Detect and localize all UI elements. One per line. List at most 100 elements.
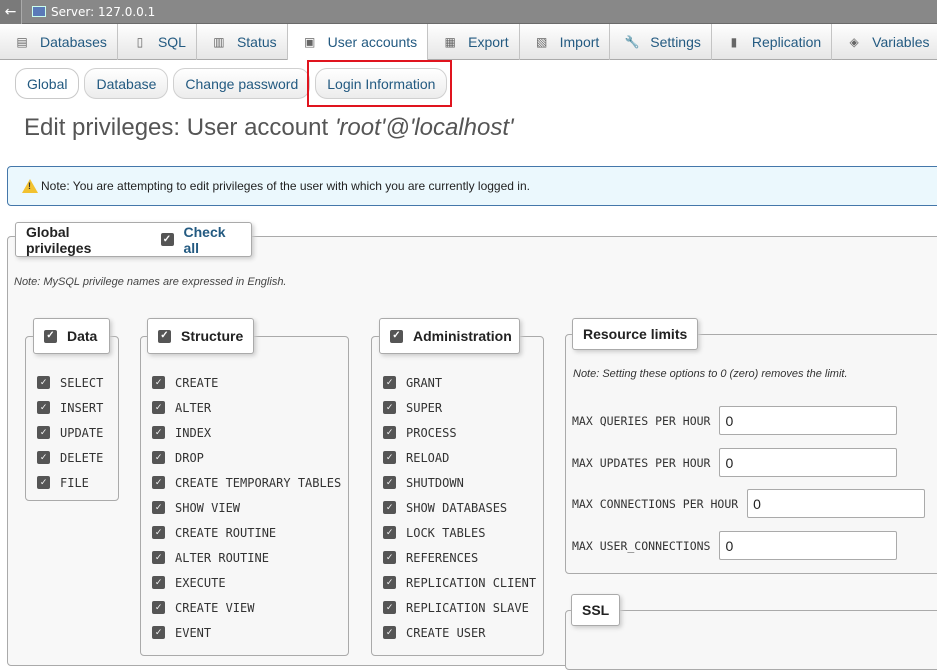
checkbox[interactable]: ✓ xyxy=(383,376,396,389)
administration-legend[interactable]: ✓ Administration xyxy=(379,318,520,354)
privilege-insert[interactable]: ✓ INSERT xyxy=(37,395,103,420)
checkbox[interactable]: ✓ xyxy=(37,451,50,464)
privilege-create-user[interactable]: ✓ CREATE USER xyxy=(383,620,536,645)
tab-user-accounts[interactable]: ▣ User accounts xyxy=(287,24,429,60)
checkbox[interactable]: ✓ xyxy=(152,451,165,464)
max-queries-row: MAX QUERIES PER HOUR 0 xyxy=(572,406,898,435)
tab-import[interactable]: ▧ Import xyxy=(520,24,611,60)
privilege-alter-routine[interactable]: ✓ ALTER ROUTINE xyxy=(152,545,341,570)
checkbox[interactable]: ✓ xyxy=(383,551,396,564)
privilege-select[interactable]: ✓ SELECT xyxy=(37,370,103,395)
data-legend[interactable]: ✓ Data xyxy=(33,318,110,354)
tab-status[interactable]: ▥ Status xyxy=(197,24,288,60)
structure-checkbox[interactable]: ✓ xyxy=(158,329,171,343)
checkbox[interactable]: ✓ xyxy=(152,601,165,614)
sql-icon: ▯ xyxy=(136,35,144,49)
ssl-legend: SSL xyxy=(571,594,621,626)
data-checkbox[interactable]: ✓ xyxy=(44,329,57,343)
privilege-replication-slave[interactable]: ✓ REPLICATION SLAVE xyxy=(383,595,536,620)
privilege-update[interactable]: ✓ UPDATE xyxy=(37,420,103,445)
checkbox[interactable]: ✓ xyxy=(383,501,396,514)
notice-text: Note: You are attempting to edit privile… xyxy=(41,179,530,193)
privilege-label: UPDATE xyxy=(60,425,104,440)
privilege-create[interactable]: ✓ CREATE xyxy=(152,370,341,395)
checkbox[interactable]: ✓ xyxy=(152,376,165,389)
privilege-show-databases[interactable]: ✓ SHOW DATABASES xyxy=(383,495,536,520)
checkbox[interactable]: ✓ xyxy=(152,401,165,414)
checkbox[interactable]: ✓ xyxy=(37,426,50,439)
highlight-box xyxy=(307,60,452,107)
administration-checkbox[interactable]: ✓ xyxy=(390,329,403,343)
back-arrow-icon[interactable]: ← xyxy=(0,0,22,24)
privilege-super[interactable]: ✓ SUPER xyxy=(383,395,536,420)
privilege-drop[interactable]: ✓ DROP xyxy=(152,445,341,470)
tab-settings[interactable]: 🔧 Settings xyxy=(610,24,712,60)
privilege-show-view[interactable]: ✓ SHOW VIEW xyxy=(152,495,341,520)
privilege-reload[interactable]: ✓ RELOAD xyxy=(383,445,536,470)
privilege-event[interactable]: ✓ EVENT xyxy=(152,620,341,645)
tab-label: Databases xyxy=(40,34,107,50)
privilege-execute[interactable]: ✓ EXECUTE xyxy=(152,570,341,595)
privilege-grant[interactable]: ✓ GRANT xyxy=(383,370,536,395)
max-updates-input[interactable]: 0 xyxy=(719,448,898,477)
checkbox[interactable]: ✓ xyxy=(152,526,165,539)
checkbox[interactable]: ✓ xyxy=(37,476,50,489)
checkbox[interactable]: ✓ xyxy=(37,401,50,414)
export-icon: ▦ xyxy=(444,35,456,49)
subtab-change-password[interactable]: Change password xyxy=(173,68,311,99)
checkbox[interactable]: ✓ xyxy=(383,576,396,589)
checkbox[interactable]: ✓ xyxy=(383,426,396,439)
structure-legend[interactable]: ✓ Structure xyxy=(147,318,254,354)
checkbox[interactable]: ✓ xyxy=(152,576,165,589)
checkbox[interactable]: ✓ xyxy=(152,426,165,439)
max-user-connections-label: MAX USER_CONNECTIONS xyxy=(572,538,711,553)
privilege-label: EXECUTE xyxy=(175,575,226,590)
privilege-label: REPLICATION CLIENT xyxy=(406,575,537,590)
tab-replication[interactable]: ▮ Replication xyxy=(712,24,833,60)
max-connections-row: MAX CONNECTIONS PER HOUR 0 xyxy=(572,489,926,518)
administration-legend-label: Administration xyxy=(413,328,512,344)
checkbox[interactable]: ✓ xyxy=(37,376,50,389)
subtab-database[interactable]: Database xyxy=(84,68,169,99)
checkbox[interactable]: ✓ xyxy=(383,401,396,414)
privilege-create-routine[interactable]: ✓ CREATE ROUTINE xyxy=(152,520,341,545)
privilege-create-view[interactable]: ✓ CREATE VIEW xyxy=(152,595,341,620)
checkbox[interactable]: ✓ xyxy=(383,451,396,464)
privilege-label: DROP xyxy=(175,450,204,465)
privilege-label: REFERENCES xyxy=(406,550,479,565)
privilege-label: RELOAD xyxy=(406,450,450,465)
privilege-index[interactable]: ✓ INDEX xyxy=(152,420,341,445)
check-all-checkbox[interactable]: ✓ xyxy=(160,233,174,246)
server-title[interactable]: Server: 127.0.0.1 xyxy=(51,5,155,19)
max-queries-input[interactable]: 0 xyxy=(719,406,898,435)
tab-export[interactable]: ▦ Export xyxy=(428,24,520,60)
checkbox[interactable]: ✓ xyxy=(383,526,396,539)
privilege-file[interactable]: ✓ FILE xyxy=(37,470,103,495)
checkbox[interactable]: ✓ xyxy=(152,501,165,514)
privilege-alter[interactable]: ✓ ALTER xyxy=(152,395,341,420)
tab-sql[interactable]: ▯ SQL xyxy=(118,24,197,60)
privilege-shutdown[interactable]: ✓ SHUTDOWN xyxy=(383,470,536,495)
checkbox[interactable]: ✓ xyxy=(383,626,396,639)
privilege-references[interactable]: ✓ REFERENCES xyxy=(383,545,536,570)
tab-databases[interactable]: ▤ Databases xyxy=(0,24,118,60)
privilege-label: CREATE xyxy=(175,375,219,390)
check-all-toggle[interactable]: ✓ Check all xyxy=(160,224,242,256)
privilege-create-temporary-tables[interactable]: ✓ CREATE TEMPORARY TABLES xyxy=(152,470,341,495)
checkbox[interactable]: ✓ xyxy=(383,601,396,614)
tab-variables[interactable]: ◈ Variables xyxy=(832,24,937,60)
checkbox[interactable]: ✓ xyxy=(152,551,165,564)
privilege-delete[interactable]: ✓ DELETE xyxy=(37,445,103,470)
max-user-connections-input[interactable]: 0 xyxy=(719,531,898,560)
subtab-global[interactable]: Global xyxy=(15,68,80,99)
privilege-replication-client[interactable]: ✓ REPLICATION CLIENT xyxy=(383,570,536,595)
checkbox[interactable]: ✓ xyxy=(152,626,165,639)
max-connections-input[interactable]: 0 xyxy=(747,489,926,518)
tab-label: Replication xyxy=(751,34,822,50)
check-all-label[interactable]: Check all xyxy=(184,224,242,256)
privilege-process[interactable]: ✓ PROCESS xyxy=(383,420,536,445)
checkbox[interactable]: ✓ xyxy=(383,476,396,489)
checkbox[interactable]: ✓ xyxy=(152,476,165,489)
privilege-lock-tables[interactable]: ✓ LOCK TABLES xyxy=(383,520,536,545)
replication-icon: ▮ xyxy=(730,35,738,49)
